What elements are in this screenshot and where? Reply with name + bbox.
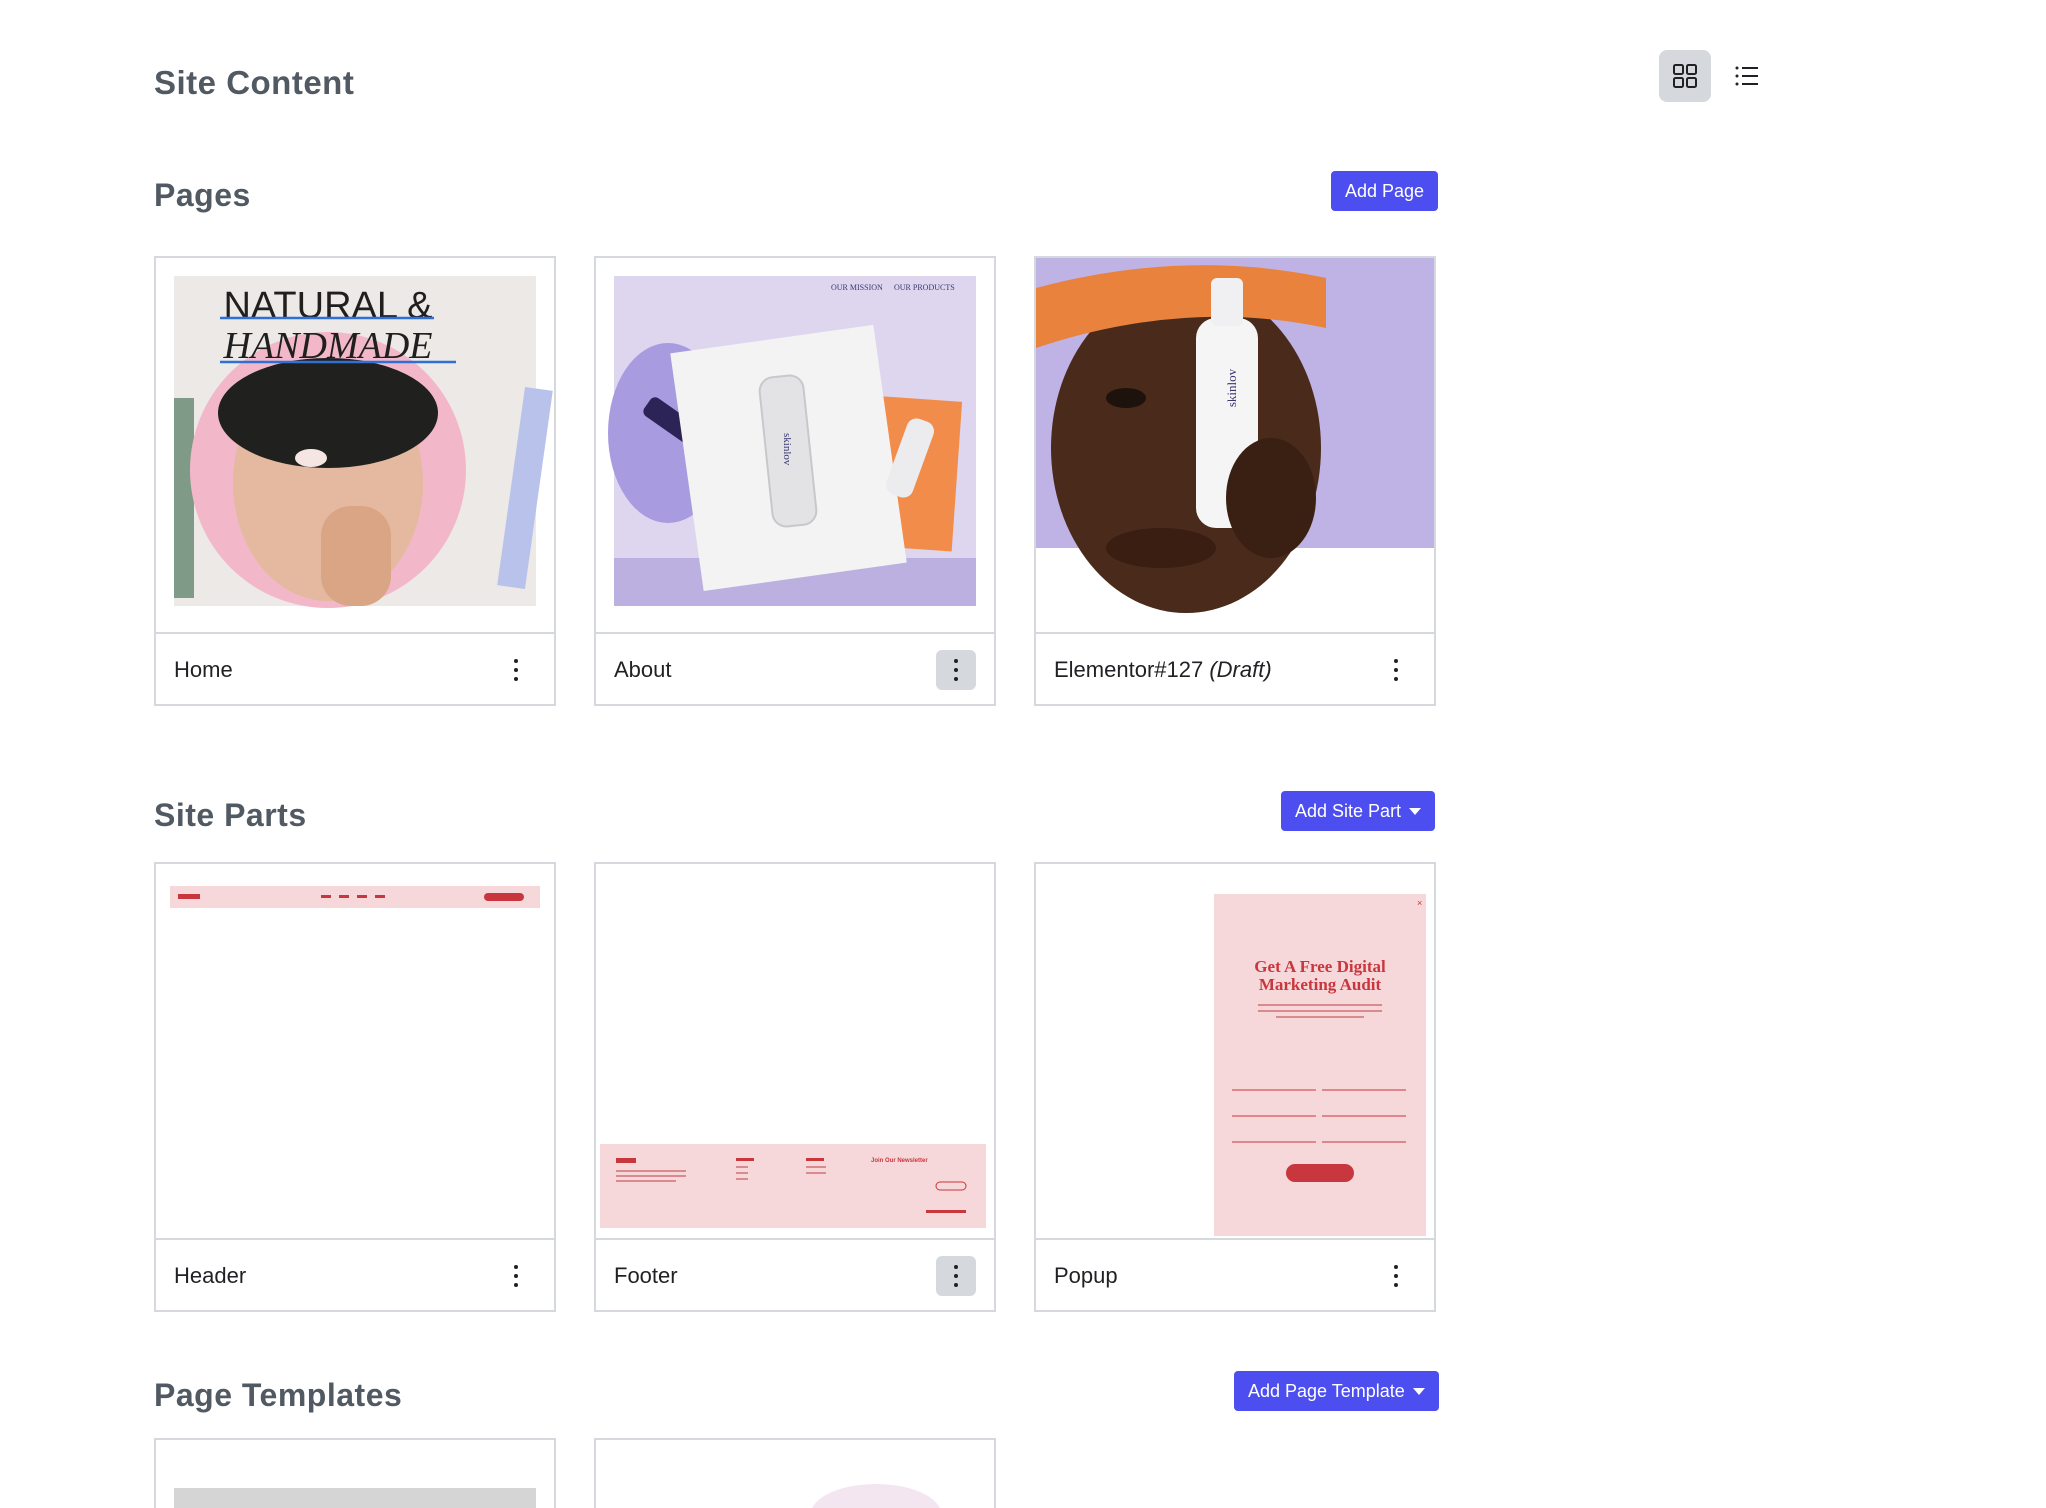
home-thumb-heading-1: NATURAL & <box>223 285 432 327</box>
template-thumbnail[interactable] <box>174 1488 536 1508</box>
kebab-dot <box>1394 1265 1398 1269</box>
draft-label: (Draft) <box>1209 657 1272 682</box>
kebab-dot <box>514 1274 518 1278</box>
kebab-dot <box>1394 1283 1398 1287</box>
card-menu-button[interactable] <box>496 650 536 690</box>
kebab-dot <box>954 1265 958 1269</box>
home-thumb-heading-2: HANDMADE <box>223 325 433 367</box>
footer-thumb-newsletter: Join Our Newsletter <box>871 1158 928 1164</box>
card-menu-button[interactable] <box>1376 1256 1416 1296</box>
kebab-dot <box>514 1283 518 1287</box>
kebab-dot <box>954 1283 958 1287</box>
about-thumb-nav-2: OUR PRODUCTS <box>894 283 955 292</box>
page-card-about[interactable]: OUR MISSION OUR PRODUCTS skinlov About <box>594 256 996 706</box>
kebab-dot <box>1394 659 1398 663</box>
kebab-dot <box>514 659 518 663</box>
kebab-dot <box>954 668 958 672</box>
add-page-template-label: Add Page Template <box>1248 1380 1405 1401</box>
kebab-dot <box>954 659 958 663</box>
about-thumb-nav-1: OUR MISSION <box>831 283 883 292</box>
header-thumbnail[interactable] <box>156 864 554 1240</box>
grid-view-button[interactable] <box>1659 50 1711 102</box>
elementor-thumb-brand: skinlov <box>1224 368 1239 407</box>
elementor-card-footer: Elementor#127 (Draft) <box>1036 636 1434 704</box>
view-toggle <box>1659 50 1773 102</box>
page-card-home[interactable]: NATURAL & HANDMADE Home <box>154 256 556 706</box>
site-part-card-header[interactable]: Header <box>154 862 556 1312</box>
card-name: Home <box>174 657 233 682</box>
template-card-2[interactable] <box>594 1438 996 1508</box>
kebab-dot <box>514 668 518 672</box>
add-site-part-label: Add Site Part <box>1295 800 1402 821</box>
about-thumbnail[interactable]: OUR MISSION OUR PRODUCTS skinlov <box>596 258 994 634</box>
caret-down-icon <box>1412 1387 1425 1395</box>
popup-thumbnail[interactable]: Get A Free Digital Marketing Audit × <box>1036 864 1434 1240</box>
card-name: Header <box>174 1263 247 1288</box>
kebab-dot <box>954 1274 958 1278</box>
add-site-part-button[interactable]: Add Site Part <box>1281 791 1436 831</box>
page-card-elementor-127[interactable]: skinlov Elementor#127 (Draft) <box>1034 256 1436 706</box>
card-name: Elementor#127 (Draft) <box>1054 657 1272 683</box>
grid-icon <box>1673 64 1697 88</box>
list-icon <box>1735 66 1758 86</box>
site-parts-section-title: Site Parts <box>154 797 307 833</box>
card-name-text: Elementor#127 <box>1054 657 1204 682</box>
card-menu-button[interactable] <box>936 1256 976 1296</box>
kebab-dot <box>1394 677 1398 681</box>
card-name: Popup <box>1054 1263 1118 1288</box>
card-menu-button[interactable] <box>496 1256 536 1296</box>
card-menu-button[interactable] <box>1376 650 1416 690</box>
kebab-dot <box>514 677 518 681</box>
add-page-button[interactable]: Add Page <box>1331 171 1439 211</box>
about-thumb-brand: skinlov <box>781 433 793 466</box>
popup-thumb-heading-1: Get A Free Digital <box>1254 957 1386 976</box>
popup-thumb-heading-2: Marketing Audit <box>1259 975 1382 994</box>
card-name: About <box>614 657 672 682</box>
site-part-card-popup[interactable]: Get A Free Digital Marketing Audit × Pop… <box>1034 862 1436 1312</box>
about-card-footer: About <box>596 636 994 704</box>
home-card-footer: Home <box>156 636 554 704</box>
kebab-dot <box>1394 1274 1398 1278</box>
pages-section-title: Pages <box>154 177 251 213</box>
caret-down-icon <box>1409 807 1422 815</box>
list-view-button[interactable] <box>1721 50 1773 102</box>
site-part-card-footer[interactable]: Join Our Newsletter Footer <box>594 862 996 1312</box>
header-card-footer: Header <box>156 1242 554 1310</box>
elementor-thumbnail[interactable]: skinlov <box>1036 258 1434 634</box>
popup-card-footer: Popup <box>1036 1242 1434 1310</box>
kebab-dot <box>1394 668 1398 672</box>
kebab-dot <box>514 1265 518 1269</box>
home-thumbnail[interactable]: NATURAL & HANDMADE <box>156 258 554 634</box>
template-thumbnail[interactable] <box>811 1484 941 1508</box>
card-name: Footer <box>614 1263 678 1288</box>
card-menu-button[interactable] <box>936 650 976 690</box>
svg-text:×: × <box>1417 898 1422 908</box>
kebab-dot <box>954 677 958 681</box>
template-card-1[interactable] <box>154 1438 556 1508</box>
add-page-template-button[interactable]: Add Page Template <box>1234 1371 1439 1411</box>
add-page-label: Add Page <box>1345 180 1425 201</box>
footer-card-footer: Footer <box>596 1242 994 1310</box>
page-title: Site Content <box>154 64 355 101</box>
footer-thumbnail[interactable]: Join Our Newsletter <box>596 864 994 1240</box>
page-templates-section-title: Page Templates <box>154 1377 403 1413</box>
